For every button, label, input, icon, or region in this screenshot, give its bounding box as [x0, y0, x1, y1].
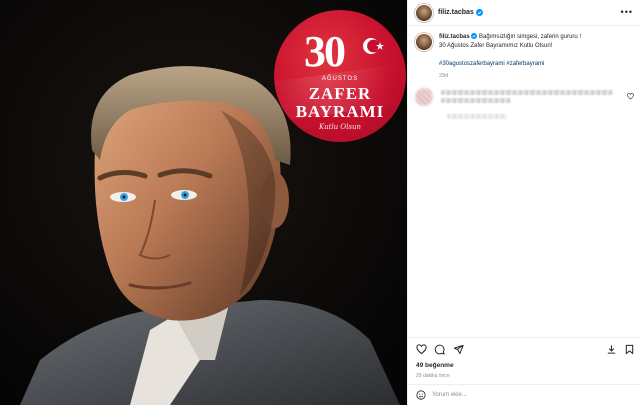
zafer-bayrami-badge: 30 AĞUSTOS ZAFER BAYRAMI Kutlu Olsun [274, 10, 406, 142]
likes-count[interactable]: 49 beğenme [416, 362, 454, 369]
caption-line1: Bağımsızlığın simgesi, zaferin gururu ! [479, 34, 582, 40]
caption-age: 29d [439, 73, 449, 79]
comment-text-blur [441, 90, 613, 95]
blurred-comment [415, 88, 635, 128]
comment-composer: Yorum ekle... [408, 384, 640, 405]
badge-script: Kutlu Olsun [319, 123, 361, 131]
author-username[interactable]: filiz.tacbas [438, 9, 474, 16]
caption-text: filiz.tacbas Bağımsızlığın simgesi, zafe… [439, 33, 627, 51]
verified-badge-icon [475, 9, 483, 16]
heart-icon[interactable] [416, 344, 427, 355]
caption-verified-icon [471, 33, 478, 39]
comment-avatar [415, 88, 433, 106]
badge-title-line1: ZAFER [308, 84, 372, 103]
comment-text-blur-2 [441, 98, 511, 103]
badge-title-line2: BAYRAMI [295, 102, 385, 121]
download-icon[interactable] [606, 344, 617, 355]
caption-hashtags[interactable]: #30agustoszaferbayrami #zaferbayrami [439, 61, 544, 67]
badge-number: 30 [304, 27, 346, 76]
post-time: 29 dakika önce [416, 373, 450, 379]
crescent-star-icon [363, 38, 384, 54]
post-header: filiz.tacbas ••• [408, 0, 640, 26]
caption-username[interactable]: filiz.tacbas [439, 34, 470, 40]
more-options-icon[interactable]: ••• [621, 8, 633, 17]
action-bar [408, 337, 640, 357]
caption-line2: 30 Ağustos Zafer Bayramımız Kutlu Olsun! [439, 43, 553, 49]
emoji-icon[interactable] [416, 390, 426, 400]
share-icon[interactable] [453, 344, 464, 355]
bookmark-icon[interactable] [624, 344, 635, 355]
badge-month: AĞUSTOS [321, 76, 359, 82]
comment-meta-blur [447, 114, 507, 119]
comment-like-icon[interactable] [627, 93, 634, 100]
post-caption: filiz.tacbas Bağımsızlığın simgesi, zafe… [415, 33, 635, 51]
comment-icon[interactable] [434, 344, 445, 355]
instagram-post-view: 30 AĞUSTOS ZAFER BAYRAMI Kutlu Olsun fil… [0, 0, 640, 405]
caption-avatar[interactable] [415, 33, 433, 51]
post-side-panel: filiz.tacbas ••• filiz.tacbas Bağımsızlı… [407, 0, 640, 405]
post-image[interactable]: 30 AĞUSTOS ZAFER BAYRAMI Kutlu Olsun [0, 0, 407, 405]
author-avatar[interactable] [415, 3, 433, 22]
comment-input[interactable]: Yorum ekle... [432, 392, 467, 398]
